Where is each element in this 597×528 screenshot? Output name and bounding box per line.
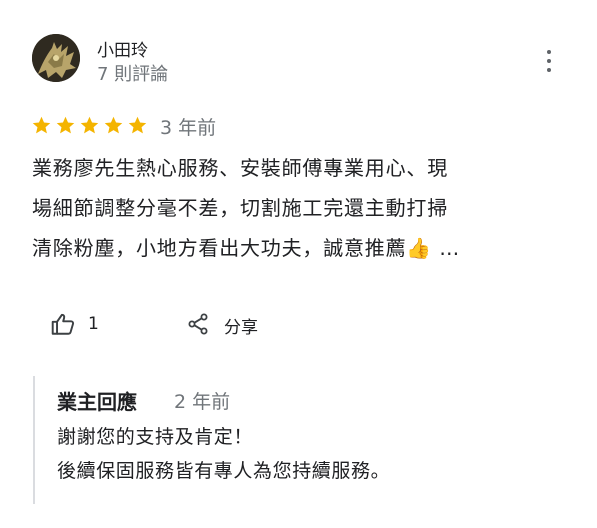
share-button[interactable]: 分享 <box>224 313 258 338</box>
like-count[interactable]: 1 <box>88 314 99 334</box>
more-vert-icon[interactable] <box>539 50 559 72</box>
owner-reply-date: 2 年前 <box>174 391 231 413</box>
star-icon <box>32 116 51 133</box>
star-icon <box>128 116 147 133</box>
review-text: 業務廖先生熱心服務、安裝師傅專業用心、現 場細節調整分毫不差，切割施工完還主動打… <box>32 148 567 268</box>
reviewer-name[interactable]: 小田玲 <box>97 36 148 61</box>
review-count: 7 則評論 <box>97 64 169 85</box>
review-date: 3 年前 <box>160 117 217 139</box>
review-line: 清除粉塵，小地方看出大功夫，誠意推薦👍 … <box>32 236 461 260</box>
star-icon <box>104 116 123 133</box>
share-icon[interactable] <box>186 312 210 340</box>
reply-divider <box>33 376 35 504</box>
owner-reply-text: 謝謝您的支持及肯定！ 後續保固服務皆有專人為您持續服務。 <box>57 420 390 488</box>
thumb-up-icon[interactable] <box>50 311 76 341</box>
owner-reply-line: 後續保固服務皆有專人為您持續服務。 <box>57 460 391 482</box>
star-icon <box>80 116 99 133</box>
avatar[interactable] <box>32 34 80 82</box>
owner-reply-title: 業主回應 <box>57 390 137 414</box>
review-line: 業務廖先生熱心服務、安裝師傅專業用心、現 <box>32 156 448 180</box>
review-line: 場細節調整分毫不差，切割施工完還主動打掃 <box>32 196 448 220</box>
star-icon <box>56 116 75 133</box>
star-rating <box>31 113 151 137</box>
owner-reply-line: 謝謝您的支持及肯定！ <box>57 426 254 448</box>
